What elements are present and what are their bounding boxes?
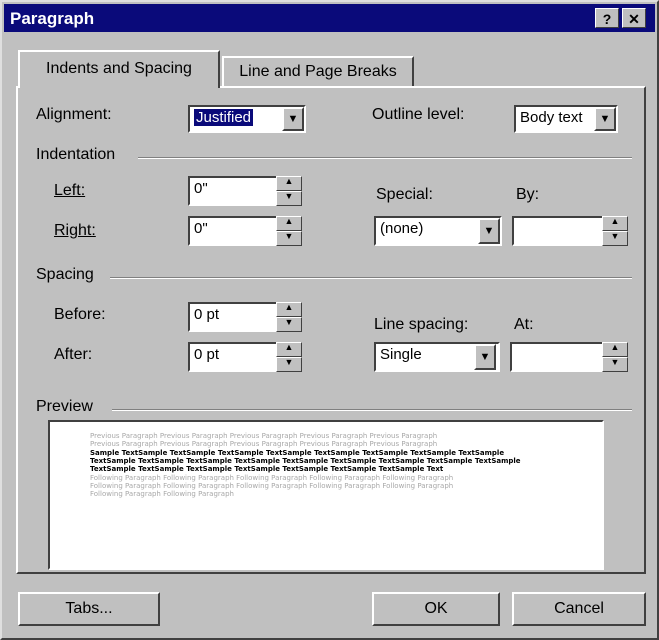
before-input[interactable]: 0 pt bbox=[188, 302, 278, 332]
spacing-group-label: Spacing bbox=[36, 266, 94, 283]
before-spinner-icon[interactable]: ▲ ▼ bbox=[276, 302, 302, 332]
right-indent-value: 0" bbox=[194, 220, 208, 237]
close-button[interactable]: ✕ bbox=[622, 8, 646, 28]
preview-line: Following Paragraph Following Paragraph … bbox=[90, 482, 454, 490]
tabs-button[interactable]: Tabs... bbox=[18, 592, 160, 626]
preview-line: Following Paragraph Following Paragraph bbox=[90, 490, 234, 498]
at-label: At: bbox=[514, 316, 534, 333]
indentation-group-label: Indentation bbox=[36, 146, 116, 163]
after-value: 0 pt bbox=[194, 346, 220, 363]
right-indent-input[interactable]: 0" bbox=[188, 216, 278, 246]
help-button[interactable]: ? bbox=[595, 8, 619, 28]
left-indent-value: 0" bbox=[194, 180, 208, 197]
right-indent-spinner-icon[interactable]: ▲ ▼ bbox=[276, 216, 302, 246]
ok-button[interactable]: OK bbox=[372, 592, 500, 626]
tab-indents-and-spacing[interactable]: Indents and Spacing bbox=[18, 50, 220, 88]
at-spinner-icon[interactable]: ▲ ▼ bbox=[602, 342, 628, 372]
after-label: After: bbox=[54, 346, 93, 363]
preview-line: Following Paragraph Following Paragraph … bbox=[90, 474, 454, 482]
preview-line: Previous Paragraph Previous Paragraph Pr… bbox=[90, 432, 438, 440]
preview-line: TextSample TextSample TextSample TextSam… bbox=[90, 465, 444, 473]
preview-line: Sample TextSample TextSample TextSample … bbox=[90, 449, 505, 457]
at-input[interactable] bbox=[510, 342, 610, 372]
left-indent-spinner-icon[interactable]: ▲ ▼ bbox=[276, 176, 302, 206]
preview-box: Previous Paragraph Previous Paragraph Pr… bbox=[48, 420, 604, 570]
before-value: 0 pt bbox=[194, 306, 220, 323]
special-label: Special: bbox=[376, 186, 433, 203]
after-spinner-icon[interactable]: ▲ ▼ bbox=[276, 342, 302, 372]
outline-level-dropdown-icon[interactable]: ▼ bbox=[594, 107, 616, 131]
outline-level-label: Outline level: bbox=[372, 106, 465, 123]
tab-line-and-page-breaks[interactable]: Line and Page Breaks bbox=[222, 56, 414, 87]
before-label: Before: bbox=[54, 306, 106, 323]
outline-level-value: Body text bbox=[520, 109, 583, 126]
line-spacing-value: Single bbox=[380, 346, 422, 363]
spacing-divider bbox=[110, 277, 632, 279]
right-indent-label: Right: bbox=[54, 222, 96, 239]
cancel-button[interactable]: Cancel bbox=[512, 592, 646, 626]
preview-divider bbox=[112, 409, 632, 411]
alignment-dropdown-icon[interactable]: ▼ bbox=[282, 107, 304, 131]
by-input[interactable] bbox=[512, 216, 610, 246]
by-label: By: bbox=[516, 186, 540, 203]
line-spacing-label: Line spacing: bbox=[374, 316, 469, 333]
left-indent-label: Left: bbox=[54, 182, 86, 199]
preview-line: Previous Paragraph Previous Paragraph Pr… bbox=[90, 440, 438, 448]
line-spacing-dropdown-icon[interactable]: ▼ bbox=[474, 344, 496, 370]
dialog-title: Paragraph bbox=[10, 9, 95, 28]
paragraph-dialog: Paragraph ? ✕ Indents and Spacing Line a… bbox=[0, 0, 659, 640]
special-value: (none) bbox=[380, 220, 424, 237]
by-spinner-icon[interactable]: ▲ ▼ bbox=[602, 216, 628, 246]
after-input[interactable]: 0 pt bbox=[188, 342, 278, 372]
left-indent-input[interactable]: 0" bbox=[188, 176, 278, 206]
title-bar[interactable]: Paragraph ? ✕ bbox=[4, 4, 655, 32]
tab-label: Indents and Spacing bbox=[46, 60, 192, 77]
indentation-divider bbox=[138, 157, 632, 159]
preview-line: TextSample TextSample TextSample TextSam… bbox=[90, 457, 521, 465]
preview-group-label: Preview bbox=[36, 398, 93, 415]
alignment-value: Justified bbox=[192, 108, 255, 127]
alignment-label: Alignment: bbox=[36, 106, 112, 123]
tab-label: Line and Page Breaks bbox=[239, 63, 397, 80]
special-dropdown-icon[interactable]: ▼ bbox=[478, 218, 500, 244]
